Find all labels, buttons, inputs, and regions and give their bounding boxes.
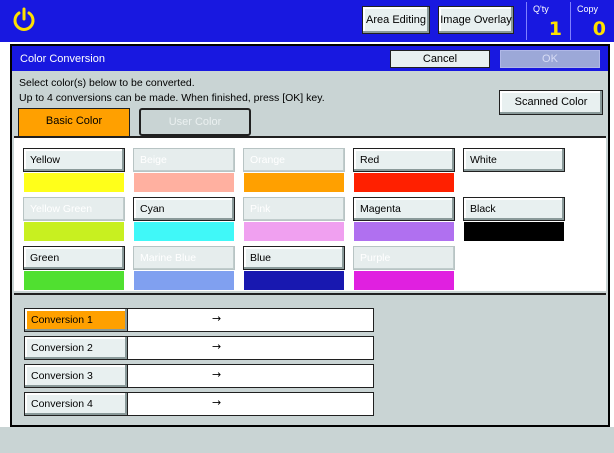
image-overlay-button[interactable]: Image Overlay <box>438 6 514 34</box>
color-label: Black <box>463 197 565 221</box>
color-swatch <box>24 173 124 192</box>
instruction-text-2: Up to 4 conversions can be made. When fi… <box>19 92 325 104</box>
color-swatch <box>464 222 564 241</box>
color-swatch <box>134 271 234 290</box>
color-swatch <box>244 271 344 290</box>
color-label: Red <box>353 148 455 172</box>
color-conversion-panel: Color Conversion Cancel OK Select color(… <box>10 44 610 427</box>
tab-user-color[interactable]: User Color <box>139 108 251 136</box>
color-cyan[interactable]: Cyan <box>133 197 235 242</box>
copy-value: 0 <box>592 18 606 40</box>
area-editing-button[interactable]: Area Editing <box>362 6 430 34</box>
conversion-row-3: Conversion 3 → <box>24 364 374 388</box>
color-label: Orange <box>243 148 345 172</box>
color-swatch <box>354 271 454 290</box>
arrow-right-icon: → <box>212 340 222 353</box>
color-label: Marine Blue <box>133 246 235 270</box>
copy-label: Copy <box>577 4 599 14</box>
copy-counter: Copy 0 <box>570 2 610 40</box>
conversion-3-button[interactable]: Conversion 3 <box>24 364 128 388</box>
quantity-counter: Q'ty 1 <box>526 2 566 40</box>
conversion-list: Conversion 1 → Conversion 2 → Conversion… <box>14 293 606 425</box>
conversion-1-button[interactable]: Conversion 1 <box>24 308 128 332</box>
color-swatch <box>134 222 234 241</box>
color-purple[interactable]: Purple <box>353 246 455 291</box>
color-marine-blue[interactable]: Marine Blue <box>133 246 235 291</box>
conversion-1-field[interactable]: → <box>127 308 374 332</box>
color-red[interactable]: Red <box>353 148 455 193</box>
tab-basic-color[interactable]: Basic Color <box>18 108 130 138</box>
power-icon[interactable] <box>10 6 38 34</box>
footer-bar <box>0 427 614 453</box>
color-blue[interactable]: Blue <box>243 246 345 291</box>
color-yellow[interactable]: Yellow <box>23 148 125 193</box>
conversion-2-field[interactable]: → <box>127 336 374 360</box>
color-label: Yellow <box>23 148 125 172</box>
scanned-color-button[interactable]: Scanned Color <box>499 90 603 115</box>
ok-button[interactable]: OK <box>500 50 600 68</box>
dialog-title: Color Conversion <box>20 53 105 65</box>
conversion-2-button[interactable]: Conversion 2 <box>24 336 128 360</box>
conversion-3-field[interactable]: → <box>127 364 374 388</box>
color-magenta[interactable]: Magenta <box>353 197 455 242</box>
dialog-title-bar: Color Conversion Cancel OK <box>12 46 608 71</box>
color-swatch <box>464 173 564 192</box>
color-swatch <box>244 173 344 192</box>
color-swatch <box>354 173 454 192</box>
color-yellow-green[interactable]: Yellow Green <box>23 197 125 242</box>
color-swatch <box>244 222 344 241</box>
color-label: Yellow Green <box>23 197 125 221</box>
color-swatch <box>24 222 124 241</box>
qty-label: Q'ty <box>533 4 549 14</box>
arrow-right-icon: → <box>212 312 222 325</box>
color-swatch <box>24 271 124 290</box>
color-label: Purple <box>353 246 455 270</box>
color-green[interactable]: Green <box>23 246 125 291</box>
color-black[interactable]: Black <box>463 197 565 242</box>
conversion-4-button[interactable]: Conversion 4 <box>24 392 128 416</box>
color-label: Beige <box>133 148 235 172</box>
color-palette: Yellow Beige Orange Red White Yellow Gre… <box>14 136 606 291</box>
color-label: Cyan <box>133 197 235 221</box>
color-swatch <box>354 222 454 241</box>
color-label: Pink <box>243 197 345 221</box>
conversion-4-field[interactable]: → <box>127 392 374 416</box>
color-label: Blue <box>243 246 345 270</box>
color-label: White <box>463 148 565 172</box>
conversion-row-2: Conversion 2 → <box>24 336 374 360</box>
color-label: Green <box>23 246 125 270</box>
color-orange[interactable]: Orange <box>243 148 345 193</box>
top-bar: Area Editing Image Overlay Q'ty 1 Copy 0 <box>0 0 614 42</box>
qty-value: 1 <box>548 18 562 40</box>
instruction-text-1: Select color(s) below to be converted. <box>19 77 195 89</box>
arrow-right-icon: → <box>212 368 222 381</box>
cancel-button[interactable]: Cancel <box>390 50 490 68</box>
conversion-row-1: Conversion 1 → <box>24 308 374 332</box>
color-pink[interactable]: Pink <box>243 197 345 242</box>
arrow-right-icon: → <box>212 396 222 409</box>
color-white[interactable]: White <box>463 148 565 193</box>
color-swatch <box>134 173 234 192</box>
color-beige[interactable]: Beige <box>133 148 235 193</box>
conversion-row-4: Conversion 4 → <box>24 392 374 416</box>
color-label: Magenta <box>353 197 455 221</box>
